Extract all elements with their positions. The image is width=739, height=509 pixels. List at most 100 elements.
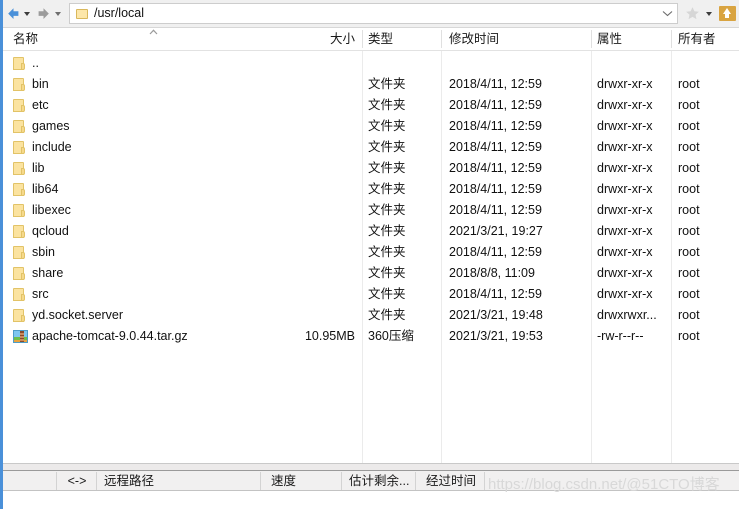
cell-name[interactable]: qcloud [13, 221, 293, 242]
cell-owner: root [678, 287, 700, 301]
back-history-chevron-down-icon[interactable] [24, 11, 30, 16]
file-name-label: lib [32, 161, 45, 175]
table-row[interactable]: src 文件夹 2018/4/11, 12:59 drwxr-xr-x root [3, 284, 739, 305]
column-divider-0[interactable] [362, 30, 363, 48]
table-row[interactable]: apache-tomcat-9.0.44.tar.gz 10.95MB 360压缩 2… [3, 326, 739, 347]
column-header-label: 类型 [368, 32, 394, 46]
chevron-down-icon[interactable] [657, 4, 677, 23]
cell-mtime: 2018/4/11, 12:59 [449, 245, 542, 259]
queue-column-header-3[interactable]: 速度 [271, 471, 341, 491]
transfer-queue-body[interactable] [3, 491, 739, 509]
queue-column-divider-5[interactable] [484, 472, 485, 490]
column-divider-2[interactable] [591, 30, 592, 48]
cell-type: 文件夹 [368, 203, 406, 217]
folder-icon [13, 183, 27, 196]
table-row[interactable]: yd.socket.server 文件夹 2021/3/21, 19:48 drwxr… [3, 305, 739, 326]
table-row[interactable]: qcloud 文件夹 2021/3/21, 19:27 drwxr-xr-x root [3, 221, 739, 242]
cell-mtime: 2018/4/11, 12:59 [449, 77, 542, 91]
back-button[interactable] [3, 0, 23, 27]
cell-name[interactable]: libexec [13, 200, 293, 221]
column-grid-line-2 [591, 51, 592, 463]
queue-column-header-1[interactable]: <-> [58, 471, 96, 491]
favorite-button[interactable] [681, 0, 703, 27]
column-header-label: 名称 [13, 32, 39, 46]
table-row[interactable]: sbin 文件夹 2018/4/11, 12:59 drwxr-xr-x root [3, 242, 739, 263]
folder-icon [13, 57, 27, 70]
queue-column-divider-3[interactable] [341, 472, 342, 490]
cell-name[interactable]: lib64 [13, 179, 293, 200]
queue-column-divider-1[interactable] [96, 472, 97, 490]
cell-attr: -rw-r--r-- [597, 329, 644, 343]
cell-name[interactable]: bin [13, 74, 293, 95]
queue-column-header-label: 速度 [271, 474, 297, 488]
cell-name[interactable]: .. [13, 53, 293, 74]
queue-column-header-5[interactable]: 经过时间 [426, 471, 504, 491]
table-row[interactable]: libexec 文件夹 2018/4/11, 12:59 drwxr-xr-x root [3, 200, 739, 221]
column-header-mtime[interactable]: 修改时间 [449, 28, 585, 50]
cell-type: 文件夹 [368, 119, 406, 133]
table-row[interactable]: bin 文件夹 2018/4/11, 12:59 drwxr-xr-x root [3, 74, 739, 95]
table-row[interactable]: etc 文件夹 2018/4/11, 12:59 drwxr-xr-x root [3, 95, 739, 116]
table-row[interactable]: lib 文件夹 2018/4/11, 12:59 drwxr-xr-x root [3, 158, 739, 179]
cell-attr: drwxrwxr... [597, 308, 657, 322]
forward-button[interactable] [34, 0, 54, 27]
up-directory-button[interactable] [715, 0, 739, 27]
cell-name[interactable]: src [13, 284, 293, 305]
column-grid-line-1 [441, 51, 442, 463]
column-header-label: 大小 [329, 32, 355, 46]
cell-size [293, 242, 355, 263]
cell-name[interactable]: yd.socket.server [13, 305, 293, 326]
cell-name[interactable]: share [13, 263, 293, 284]
queue-column-divider-2[interactable] [260, 472, 261, 490]
cell-attr: drwxr-xr-x [597, 245, 653, 259]
cell-name[interactable]: apache-tomcat-9.0.44.tar.gz [13, 326, 293, 347]
file-rows-container[interactable]: .. bin 文件夹 2018/4/11, 12:59 drwxr-xr-x root et… [3, 51, 739, 463]
column-divider-1[interactable] [441, 30, 442, 48]
table-row[interactable]: lib64 文件夹 2018/4/11, 12:59 drwxr-xr-x root [3, 179, 739, 200]
arrow-right-icon [38, 7, 49, 19]
column-divider-3[interactable] [671, 30, 672, 48]
table-row[interactable]: share 文件夹 2018/8/8, 11:09 drwxr-xr-x root [3, 263, 739, 284]
folder-icon [13, 99, 27, 112]
favorite-chevron-down-icon[interactable] [703, 0, 715, 27]
cell-attr: drwxr-xr-x [597, 77, 653, 91]
file-name-label: apache-tomcat-9.0.44.tar.gz [32, 329, 188, 343]
file-name-label: bin [32, 77, 49, 91]
table-row[interactable]: include 文件夹 2018/4/11, 12:59 drwxr-xr-x root [3, 137, 739, 158]
cell-mtime: 2021/3/21, 19:27 [449, 224, 543, 238]
queue-column-divider-4[interactable] [415, 472, 416, 490]
cell-owner: root [678, 308, 700, 322]
column-header-size[interactable]: 大小 [293, 28, 355, 50]
column-header-attr[interactable]: 属性 [597, 28, 667, 50]
table-row[interactable]: games 文件夹 2018/4/11, 12:59 drwxr-xr-x root [3, 116, 739, 137]
cell-type: 文件夹 [368, 245, 406, 259]
file-name-label: games [32, 119, 70, 133]
table-row[interactable]: .. [3, 53, 739, 74]
queue-column-header-2[interactable]: 远程路径 [104, 471, 266, 491]
column-header-type[interactable]: 类型 [368, 28, 436, 50]
column-header-owner[interactable]: 所有者 [678, 28, 736, 50]
cell-name[interactable]: games [13, 116, 293, 137]
address-bar[interactable]: /usr/local [69, 3, 678, 24]
cell-name[interactable]: include [13, 137, 293, 158]
address-path-text[interactable]: /usr/local [94, 4, 657, 23]
cell-name[interactable]: sbin [13, 242, 293, 263]
file-list-panel[interactable]: 名称 大小 类型 修改时间 属性 所有者 .. bin 文件夹 2018/4/11, 12:59… [3, 27, 739, 463]
column-header-name[interactable]: 名称 [13, 28, 293, 50]
column-header-label: 属性 [597, 32, 623, 46]
cell-owner: root [678, 77, 700, 91]
cell-name[interactable]: lib [13, 158, 293, 179]
cell-owner: root [678, 245, 700, 259]
folder-icon [13, 204, 27, 217]
transfer-queue-header: <-> 远程路径 速度 估计剩余... 经过时间 [3, 470, 739, 491]
queue-column-header-4[interactable]: 估计剩余... [349, 471, 421, 491]
folder-icon [13, 288, 27, 301]
file-name-label: include [32, 140, 72, 154]
cell-type: 文件夹 [368, 77, 406, 91]
forward-history-chevron-down-icon[interactable] [55, 11, 61, 16]
cell-size [293, 53, 355, 74]
panel-splitter[interactable] [3, 463, 739, 470]
cell-name[interactable]: etc [13, 95, 293, 116]
file-name-label: etc [32, 98, 49, 112]
queue-column-divider-0[interactable] [56, 472, 57, 490]
